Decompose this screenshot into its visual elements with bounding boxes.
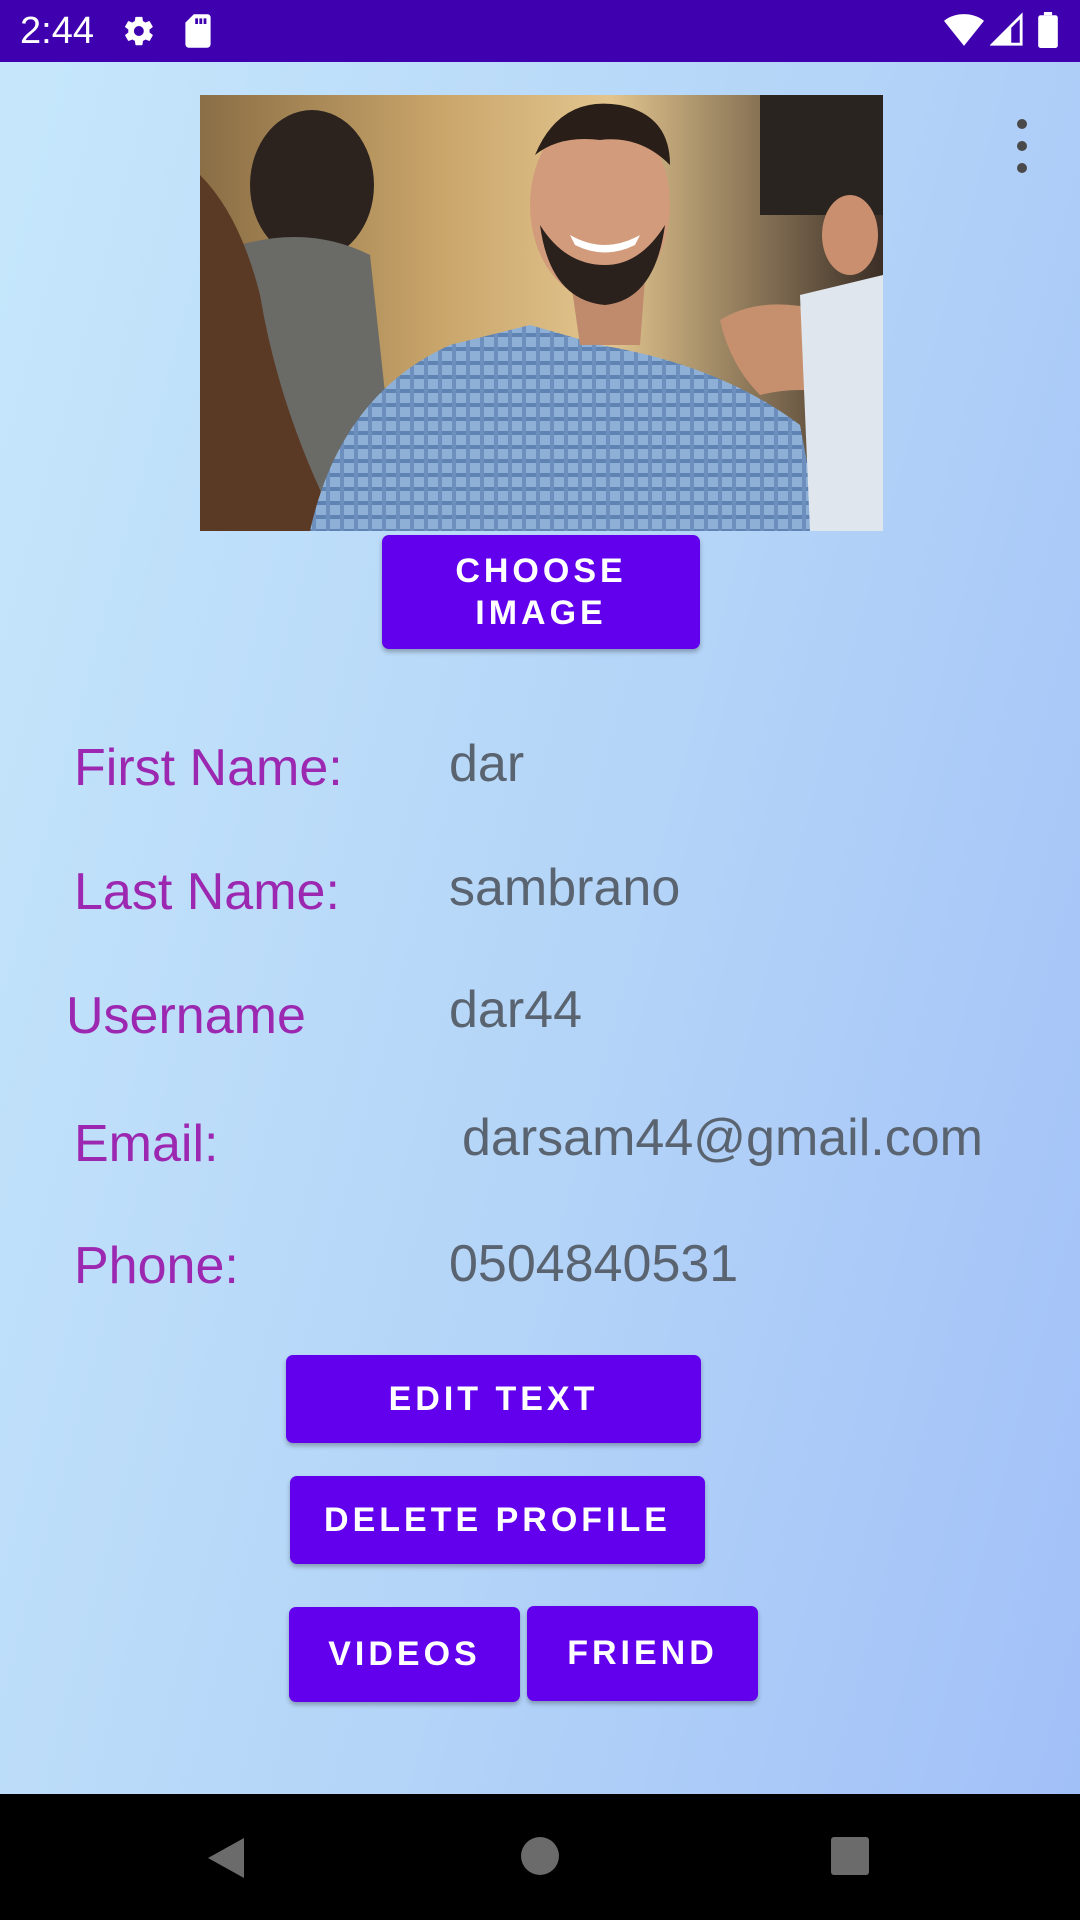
navigation-bar (0, 1794, 1080, 1920)
sd-card-icon (185, 14, 211, 48)
last-name-value: sambrano (449, 859, 681, 917)
signal-icon (990, 12, 1023, 46)
more-vert-icon[interactable] (1006, 114, 1038, 178)
friend-button[interactable]: FRIEND (527, 1606, 758, 1701)
choose-image-button[interactable]: CHOOSE IMAGE (382, 535, 700, 649)
delete-profile-button[interactable]: DELETE PROFILE (290, 1476, 705, 1564)
first-name-value: dar (449, 735, 525, 793)
email-label: Email: (74, 1115, 219, 1173)
first-name-label: First Name: (74, 739, 343, 797)
videos-button[interactable]: VIDEOS (289, 1607, 520, 1702)
last-name-label: Last Name: (74, 863, 340, 921)
recents-icon[interactable] (830, 1836, 870, 1876)
gear-icon (125, 16, 153, 46)
status-time: 2:44 (20, 10, 94, 52)
status-bar: 2:44 (0, 0, 1080, 62)
wifi-icon (944, 14, 984, 46)
username-value: dar44 (449, 981, 582, 1039)
phone-value: 0504840531 (449, 1235, 739, 1293)
email-value: darsam44@gmail.com (462, 1109, 983, 1167)
username-label: Username (66, 987, 306, 1045)
home-icon[interactable] (520, 1836, 560, 1876)
battery-icon (1038, 12, 1058, 48)
profile-photo (200, 95, 883, 531)
profile-screen: CHOOSE IMAGE First Name: dar Last Name: … (0, 62, 1080, 1794)
phone-label: Phone: (74, 1237, 239, 1295)
back-icon[interactable] (204, 1836, 248, 1880)
edit-text-button[interactable]: EDIT TEXT (286, 1355, 701, 1443)
